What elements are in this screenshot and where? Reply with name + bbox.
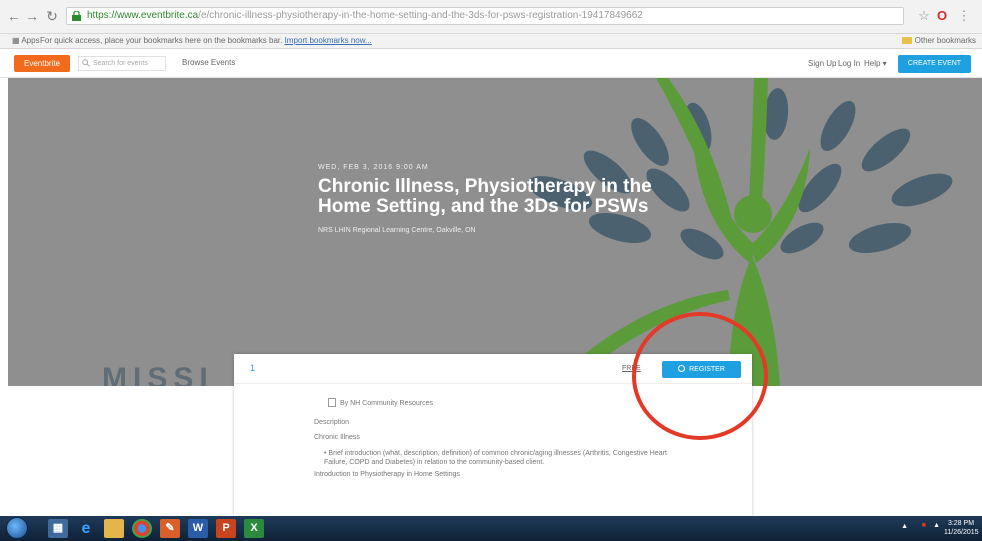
- chrome-icon[interactable]: [132, 519, 152, 538]
- hero-watermark-text: MISSI: [102, 362, 214, 386]
- annotation-circle: [632, 312, 768, 440]
- event-description: By NH Community Resources Description Ch…: [314, 398, 674, 478]
- menu-icon[interactable]: ⋮: [956, 8, 972, 24]
- sign-up-link[interactable]: Sign Up: [808, 59, 836, 68]
- help-menu[interactable]: Help ▾: [864, 59, 887, 68]
- url-domain: https://www.eventbrite.ca: [87, 10, 199, 21]
- description-bullet: • Brief introduction (what, description,…: [324, 450, 667, 466]
- explorer-icon[interactable]: [104, 519, 124, 538]
- log-in-link[interactable]: Log In: [838, 59, 860, 68]
- ie-icon[interactable]: e: [76, 519, 96, 538]
- bookmarks-bar: ▦ Apps For quick access, place your book…: [0, 34, 982, 49]
- event-hero-banner: MISSI WED, FEB 3, 2016 9:00 AM Chronic I…: [8, 78, 982, 386]
- address-bar[interactable]: https://www.eventbrite.ca/e/chronic-illn…: [66, 7, 904, 25]
- eventbrite-logo[interactable]: Eventbrite: [14, 55, 70, 72]
- powerpoint-icon[interactable]: P: [216, 519, 236, 538]
- import-bookmarks-link[interactable]: Import bookmarks now...: [285, 36, 372, 45]
- event-title: Chronic Illness, Physiotherapy in the Ho…: [318, 176, 652, 217]
- organizer-icon: [328, 398, 336, 407]
- folder-icon: [901, 37, 912, 44]
- ticket-count: 1: [250, 363, 256, 373]
- bookmarks-message: For quick access, place your bookmarks h…: [40, 36, 372, 45]
- desktop-icon[interactable]: ▦: [48, 519, 68, 538]
- create-event-button[interactable]: CREATE EVENT: [898, 55, 971, 73]
- opera-extension-icon[interactable]: O: [934, 8, 950, 24]
- paint-icon[interactable]: ✎: [160, 519, 180, 538]
- other-bookmarks[interactable]: Other bookmarks: [901, 34, 976, 48]
- back-arrow-icon[interactable]: ←: [6, 8, 22, 24]
- organizer-line[interactable]: By NH Community Resources: [328, 398, 674, 407]
- reload-icon[interactable]: ↻: [44, 8, 60, 24]
- apps-shortcut[interactable]: ▦ Apps: [12, 34, 40, 48]
- tray-expand-icon[interactable]: ▲: [901, 523, 908, 530]
- clock[interactable]: 3:28 PM 11/26/2015: [944, 519, 979, 537]
- start-button[interactable]: [6, 517, 28, 539]
- hero-text-block: WED, FEB 3, 2016 9:00 AM Chronic Illness…: [318, 164, 668, 234]
- lock-icon: [72, 11, 81, 21]
- event-venue: NRS LHIN Regional Learning Centre, Oakvi…: [318, 227, 476, 234]
- search-icon: [82, 59, 90, 67]
- network-icon[interactable]: ■: [922, 522, 926, 529]
- event-date: WED, FEB 3, 2016 9:00 AM: [318, 164, 429, 171]
- volume-icon[interactable]: ▲: [933, 522, 940, 529]
- bookmark-star-icon[interactable]: ☆: [916, 8, 932, 24]
- word-icon[interactable]: W: [188, 519, 208, 538]
- agenda-label: Chronic Illness: [314, 434, 360, 441]
- windows-taskbar: ▦ e ✎ W P X ▲ ■ ▲ 3:28 PM 11/26/2015: [0, 516, 982, 541]
- browse-events-link[interactable]: Browse Events: [182, 58, 235, 67]
- browser-toolbar: ← → ↻ https://www.eventbrite.ca/e/chroni…: [0, 0, 982, 34]
- site-header: Eventbrite Search for events Browse Even…: [0, 50, 982, 78]
- description-heading: Description: [314, 419, 350, 426]
- forward-arrow-icon[interactable]: →: [24, 8, 40, 24]
- url-path: /e/chronic-illness-physiotherapy-in-the-…: [198, 10, 643, 21]
- site-search-input[interactable]: Search for events: [78, 56, 166, 71]
- excel-icon[interactable]: X: [244, 519, 264, 538]
- description-more: Introduction to Physiotherapy in Home Se…: [314, 471, 460, 478]
